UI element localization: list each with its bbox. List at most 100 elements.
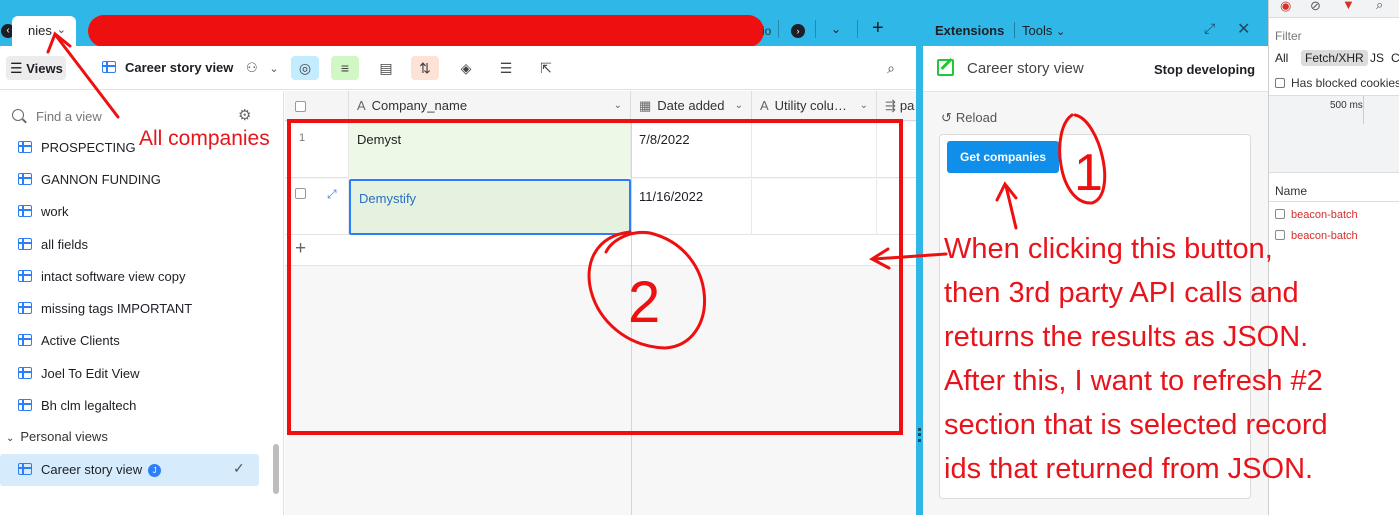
reload-button[interactable]: ↺ Reload (941, 110, 997, 126)
search-icon[interactable]: ⌕ (877, 56, 905, 80)
chevron-down-icon[interactable]: ⌄ (57, 23, 66, 36)
extension-header: Career story view Stop developing (923, 46, 1268, 92)
redaction-scribble (88, 15, 764, 47)
close-icon[interactable]: ✕ (1237, 19, 1250, 39)
view-label: PROSPECTING (41, 140, 136, 155)
view-switcher[interactable]: Career story view ⚇ ⌄ (102, 56, 279, 80)
type-tab-all[interactable]: All (1275, 51, 1288, 65)
devtools-toolbar: ◉ ⊘ ▼ ⌕ (1269, 0, 1399, 18)
group-icon[interactable]: ▤ (372, 56, 400, 80)
request-type-tabs: All Fetch/XHR JS C (1269, 48, 1399, 70)
grid-view-icon (18, 463, 32, 475)
chevron-down-icon[interactable]: ⌄ (860, 91, 868, 121)
sidebar-item-view[interactable]: Active Clients (18, 331, 120, 351)
long-text-icon: ⇶ (885, 98, 896, 113)
filter-input[interactable]: Filter (1275, 29, 1302, 43)
name-column-header[interactable]: Name (1269, 178, 1399, 202)
clear-icon[interactable]: ⊘ (1310, 0, 1321, 14)
tab-divider (857, 20, 858, 38)
type-tab-js[interactable]: JS (1370, 51, 1384, 65)
sidebar-item-view[interactable]: GANNON FUNDING (18, 170, 161, 190)
view-name: Career story view (125, 60, 234, 75)
annotation-line: After this, I want to refresh #2 (944, 365, 1323, 397)
sidebar-item-view[interactable]: missing tags IMPORTANT (18, 299, 192, 319)
hide-fields-icon[interactable]: ◎ (291, 56, 319, 80)
column-header-utility[interactable]: A Utility colu… ⌄ (752, 91, 877, 121)
sidebar-item-view[interactable]: Bh clm legaltech (18, 396, 136, 416)
grid-view-icon (18, 334, 32, 346)
scroll-right-icon[interactable]: › (791, 24, 805, 38)
column-header-company[interactable]: A Company_name ⌄ (349, 91, 631, 121)
filter-icon[interactable]: ≡ (331, 56, 359, 80)
tab-label: nies (28, 23, 52, 38)
calendar-icon: ▦ (639, 98, 652, 113)
column-label: Company_name (371, 98, 468, 113)
search-icon (12, 109, 24, 121)
grid-view-icon (18, 205, 32, 217)
sort-icon[interactable]: ⇅ (411, 56, 439, 80)
grid-view-icon (18, 367, 32, 379)
sidebar-item-selected[interactable]: Career story view J ✓ (0, 454, 259, 486)
view-label: GANNON FUNDING (41, 172, 161, 187)
column-label: pa (899, 98, 915, 113)
view-label: missing tags IMPORTANT (41, 301, 193, 316)
selected-view-label-row: Career story view J (18, 460, 162, 480)
personal-views-section[interactable]: ⌄ Personal views (6, 429, 108, 444)
checkbox[interactable] (1275, 78, 1285, 88)
chevron-down-icon[interactable]: ⌄ (269, 63, 278, 75)
view-label: Joel To Edit View (41, 366, 140, 381)
view-label: work (41, 204, 69, 219)
drag-handle-icon (918, 428, 921, 442)
person-icon: ⚇ (246, 60, 258, 75)
checkbox[interactable] (1275, 209, 1285, 219)
grid-view-icon (18, 270, 32, 282)
grid-header: A Company_name ⌄ ▦ Date added ⌄ A Utility col… (285, 91, 916, 121)
record-icon[interactable]: ◉ (1280, 0, 1291, 14)
expand-icon[interactable]: ⤢ (1204, 20, 1215, 37)
sidebar-item-view[interactable]: work (18, 202, 68, 222)
sidebar-item-view[interactable]: PROSPECTING (18, 138, 136, 158)
gear-icon[interactable]: ⚙ (238, 106, 251, 124)
grid-view-icon (102, 61, 116, 73)
sidebar-item-view[interactable]: intact software view copy (18, 267, 186, 287)
sidebar-scrollbar[interactable] (273, 444, 279, 494)
annotation-line: returns the results as JSON. (944, 321, 1309, 353)
extensions-tab-bar: Extensions Tools ⌄ ⤢ ✕ (923, 0, 1268, 46)
share-view-icon[interactable]: ⇱ (532, 56, 560, 80)
grid-view-icon (18, 238, 32, 250)
filter-funnel-icon[interactable]: ▼ (1342, 0, 1355, 12)
chevron-down-icon[interactable]: ⌄ (614, 91, 622, 121)
views-label: Views (26, 61, 63, 76)
column-header-partial[interactable]: ⇶ pa (877, 91, 916, 121)
type-tab-fetch-xhr[interactable]: Fetch/XHR (1301, 50, 1368, 66)
select-all-checkbox[interactable] (295, 101, 306, 112)
row-height-icon[interactable]: ☰ (492, 56, 520, 80)
timeline-label: 500 ms (1330, 100, 1363, 111)
request-row[interactable]: beacon-batch (1275, 209, 1358, 221)
blocked-cookies-toggle[interactable]: Has blocked cookies (1275, 76, 1399, 90)
all-tables-chevron-icon[interactable]: ⌄ (831, 22, 841, 36)
sidebar-item-view[interactable]: all fields (18, 235, 88, 255)
find-view-input[interactable]: Find a view ⚙ (12, 107, 262, 127)
search-icon[interactable]: ⌕ (1376, 0, 1383, 13)
tab-active-table[interactable]: nies ⌄ (12, 16, 76, 46)
tools-menu[interactable]: Tools ⌄ (1022, 23, 1065, 38)
chevron-down-icon[interactable]: ⌄ (735, 91, 743, 121)
sidebar-item-view[interactable]: Joel To Edit View (18, 364, 140, 384)
color-icon[interactable]: ◈ (452, 56, 480, 80)
add-table-icon[interactable]: + (872, 17, 884, 40)
view-toolbar: ☰ Views Career story view ⚇ ⌄ ◎ ≡ ▤ ⇅ ◈ … (0, 46, 916, 90)
stop-developing-button[interactable]: Stop developing (1154, 62, 1255, 77)
extensions-tab[interactable]: Extensions (935, 23, 1004, 38)
hamburger-icon: ☰ (10, 60, 23, 76)
reload-label: Reload (955, 110, 998, 125)
views-toggle-button[interactable]: ☰ Views (6, 56, 66, 80)
section-label: Personal views (20, 429, 108, 444)
column-header-date[interactable]: ▦ Date added ⌄ (631, 91, 752, 121)
annotation-line: ids that returned from JSON. (944, 453, 1314, 485)
get-companies-button[interactable]: Get companies (947, 141, 1059, 173)
network-timeline[interactable]: 500 ms (1269, 95, 1399, 173)
panel-resize-handle[interactable] (916, 0, 923, 515)
view-label: intact software view copy (41, 269, 186, 284)
type-tab-css[interactable]: C (1391, 51, 1399, 65)
